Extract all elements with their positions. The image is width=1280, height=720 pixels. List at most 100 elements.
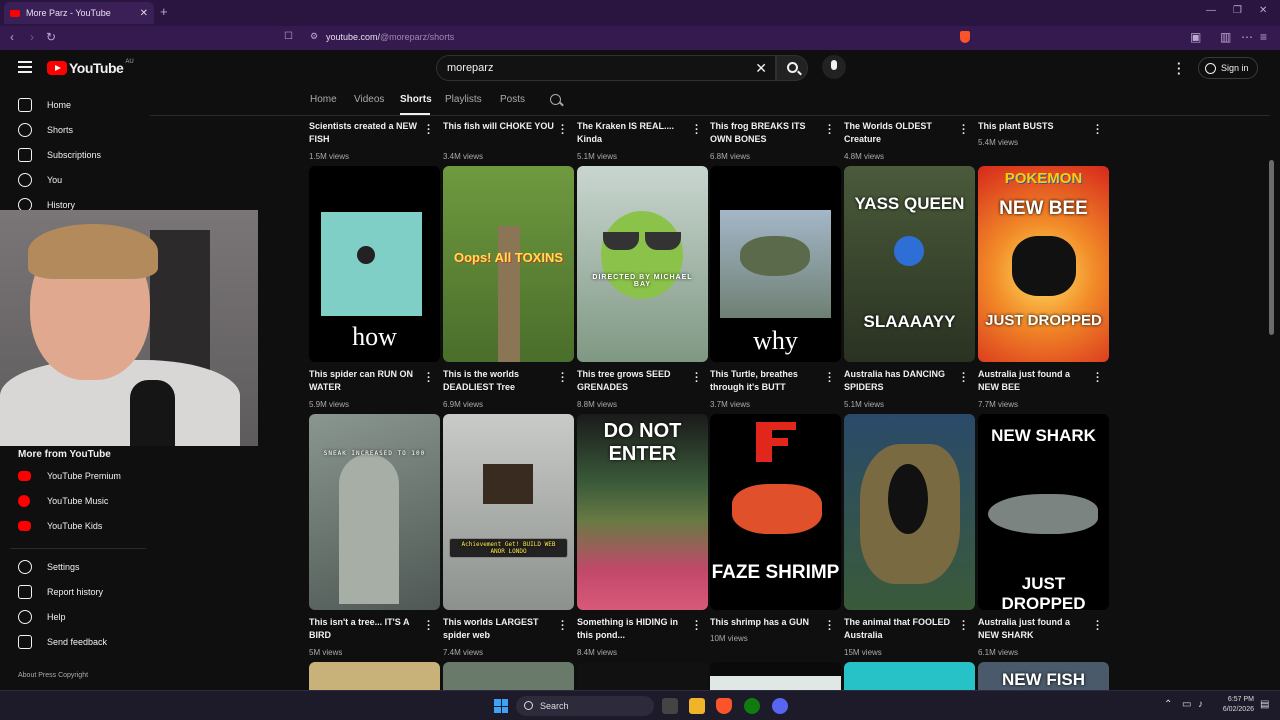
short-title[interactable]: Australia just found a NEW SHARK xyxy=(978,616,1090,642)
volume-icon[interactable]: ♪ xyxy=(1198,699,1203,710)
short-thumbnail[interactable] xyxy=(844,414,975,610)
short-thumbnail[interactable] xyxy=(577,662,708,690)
tray-overflow-icon[interactable]: ⌃ xyxy=(1164,699,1172,710)
system-clock[interactable]: 6:57 PM 6/02/2026 xyxy=(1218,695,1254,715)
short-thumbnail[interactable]: POKEMON NEW BEE JUST DROPPED xyxy=(978,166,1109,362)
more-options-icon[interactable]: · · · xyxy=(828,617,832,636)
more-options-icon[interactable]: · · · xyxy=(427,121,431,140)
vpn-icon[interactable]: ⋯ xyxy=(1241,30,1253,44)
sidebar-item-send-feedback[interactable]: Send feedback xyxy=(0,630,150,654)
sidebar-item-help[interactable]: Help xyxy=(0,605,150,629)
settings-more-icon[interactable]: · · · xyxy=(1177,57,1181,80)
more-options-icon[interactable]: · · · xyxy=(427,369,431,388)
short-title[interactable]: This worlds LARGEST spider web xyxy=(443,616,555,642)
bookmark-icon[interactable]: ☐ xyxy=(284,31,293,42)
sign-in-button[interactable]: Sign in xyxy=(1198,57,1258,79)
short-thumbnail[interactable]: NEW SHARK JUST DROPPED xyxy=(978,414,1109,610)
reload-icon[interactable]: ↻ xyxy=(46,30,56,44)
short-title[interactable]: Australia just found a NEW BEE xyxy=(978,368,1090,394)
tab-playlists[interactable]: Playlists xyxy=(445,94,482,105)
more-options-icon[interactable]: · · · xyxy=(1096,369,1100,388)
taskbar-search[interactable]: Search xyxy=(516,696,654,716)
more-options-icon[interactable]: · · · xyxy=(695,617,699,636)
tab-shorts[interactable]: Shorts xyxy=(400,94,432,105)
short-thumbnail[interactable]: NEW FISH xyxy=(978,662,1109,690)
tab-posts[interactable]: Posts xyxy=(500,94,525,105)
more-options-icon[interactable]: · · · xyxy=(561,369,565,388)
short-title[interactable]: The Kraken IS REAL.... Kinda xyxy=(577,120,689,146)
more-options-icon[interactable]: · · · xyxy=(828,121,832,140)
more-options-icon[interactable]: · · · xyxy=(695,369,699,388)
windows-start-icon[interactable] xyxy=(494,699,508,713)
short-thumbnail[interactable]: FAZE SHRIMP xyxy=(710,414,841,610)
more-options-icon[interactable]: · · · xyxy=(962,369,966,388)
more-options-icon[interactable]: · · · xyxy=(561,121,565,140)
short-title[interactable]: Scientists created a NEW FISH xyxy=(309,120,421,146)
short-thumbnail[interactable]: DO NOT ENTER xyxy=(577,414,708,610)
close-icon[interactable]: ✕ xyxy=(140,8,148,19)
short-title[interactable]: This fish will CHOKE YOU xyxy=(443,120,555,133)
restore-icon[interactable]: ❐ xyxy=(1233,5,1242,16)
sidebar-item-youtube-kids[interactable]: YouTube Kids xyxy=(0,514,150,538)
short-title[interactable]: The Worlds OLDEST Creature xyxy=(844,120,956,146)
short-title[interactable]: This frog BREAKS ITS OWN BONES xyxy=(710,120,822,146)
more-options-icon[interactable]: · · · xyxy=(561,617,565,636)
channel-search-icon[interactable] xyxy=(550,94,561,105)
hamburger-menu-icon[interactable] xyxy=(18,61,32,76)
brave-shields-icon[interactable] xyxy=(960,31,970,43)
short-title[interactable]: Australia has DANCING SPIDERS xyxy=(844,368,956,394)
tab-home[interactable]: Home xyxy=(310,94,337,105)
tab-videos[interactable]: Videos xyxy=(354,94,384,105)
brave-browser-icon[interactable] xyxy=(716,698,732,714)
short-title[interactable]: This shrimp has a GUN xyxy=(710,616,822,629)
more-options-icon[interactable]: · · · xyxy=(1096,121,1100,140)
discord-icon[interactable] xyxy=(772,698,788,714)
sidebar-item-home[interactable]: Home xyxy=(0,93,150,117)
short-thumbnail[interactable] xyxy=(710,662,841,690)
more-options-icon[interactable]: · · · xyxy=(828,369,832,388)
sidebar-item-youtube-premium[interactable]: YouTube Premium xyxy=(0,464,150,488)
short-title[interactable]: This isn't a tree... IT'S A BIRD xyxy=(309,616,421,642)
sidebar-item-shorts[interactable]: Shorts xyxy=(0,118,150,142)
short-thumbnail[interactable] xyxy=(844,662,975,690)
back-icon[interactable]: ‹ xyxy=(10,30,14,44)
network-icon[interactable]: ▭ xyxy=(1182,699,1191,710)
sidebar-item-you[interactable]: You xyxy=(0,168,150,192)
sidebar-item-youtube-music[interactable]: YouTube Music xyxy=(0,489,150,513)
search-input[interactable] xyxy=(447,62,737,74)
short-title[interactable]: The animal that FOOLED Australia xyxy=(844,616,956,642)
forward-icon[interactable]: › xyxy=(30,30,34,44)
short-title[interactable]: This tree grows SEED GRENADES xyxy=(577,368,689,394)
url-field[interactable]: youtube.com/@moreparz/shorts xyxy=(326,32,454,42)
short-title[interactable]: Something is HIDING in this pond... xyxy=(577,616,689,642)
sidebar-item-settings[interactable]: Settings xyxy=(0,555,150,579)
short-thumbnail[interactable] xyxy=(309,662,440,690)
more-options-icon[interactable]: · · · xyxy=(962,121,966,140)
voice-search-button[interactable] xyxy=(822,55,846,79)
short-title[interactable]: This is the worlds DEADLIEST Tree xyxy=(443,368,555,394)
search-button[interactable] xyxy=(776,55,808,81)
youtube-logo[interactable]: YouTube AU xyxy=(47,59,134,76)
footer-links[interactable]: About Press Copyright xyxy=(18,672,88,679)
more-options-icon[interactable]: · · · xyxy=(695,121,699,140)
page-scrollbar[interactable] xyxy=(1269,160,1274,335)
short-title[interactable]: This Turtle, breathes through it's BUTT xyxy=(710,368,822,394)
short-thumbnail[interactable] xyxy=(443,662,574,690)
more-options-icon[interactable]: · · · xyxy=(427,617,431,636)
browser-tab[interactable]: More Parz - YouTube ✕ xyxy=(4,2,154,24)
short-title[interactable]: This spider can RUN ON WATER xyxy=(309,368,421,394)
sidebar-item-report-history[interactable]: Report history xyxy=(0,580,150,604)
short-thumbnail[interactable]: SNEAK INCREASED TO 100 xyxy=(309,414,440,610)
short-title[interactable]: This plant BUSTS xyxy=(978,120,1090,133)
short-thumbnail[interactable]: Achievement Get! BUILD WEB ANOR LONDO xyxy=(443,414,574,610)
xbox-icon[interactable] xyxy=(744,698,760,714)
more-options-icon[interactable]: · · · xyxy=(1096,617,1100,636)
minimize-icon[interactable]: — xyxy=(1206,5,1216,16)
site-info-icon[interactable]: ⚙ xyxy=(310,31,318,42)
task-view-icon[interactable] xyxy=(662,698,678,714)
clear-search-icon[interactable]: ✕ xyxy=(755,60,767,77)
sidebar-toggle-icon[interactable]: ▥ xyxy=(1220,30,1231,44)
more-options-icon[interactable]: · · · xyxy=(962,617,966,636)
short-thumbnail[interactable]: DIRECTED BY MICHAEL BAY xyxy=(577,166,708,362)
new-tab-icon[interactable]: + xyxy=(160,4,168,19)
